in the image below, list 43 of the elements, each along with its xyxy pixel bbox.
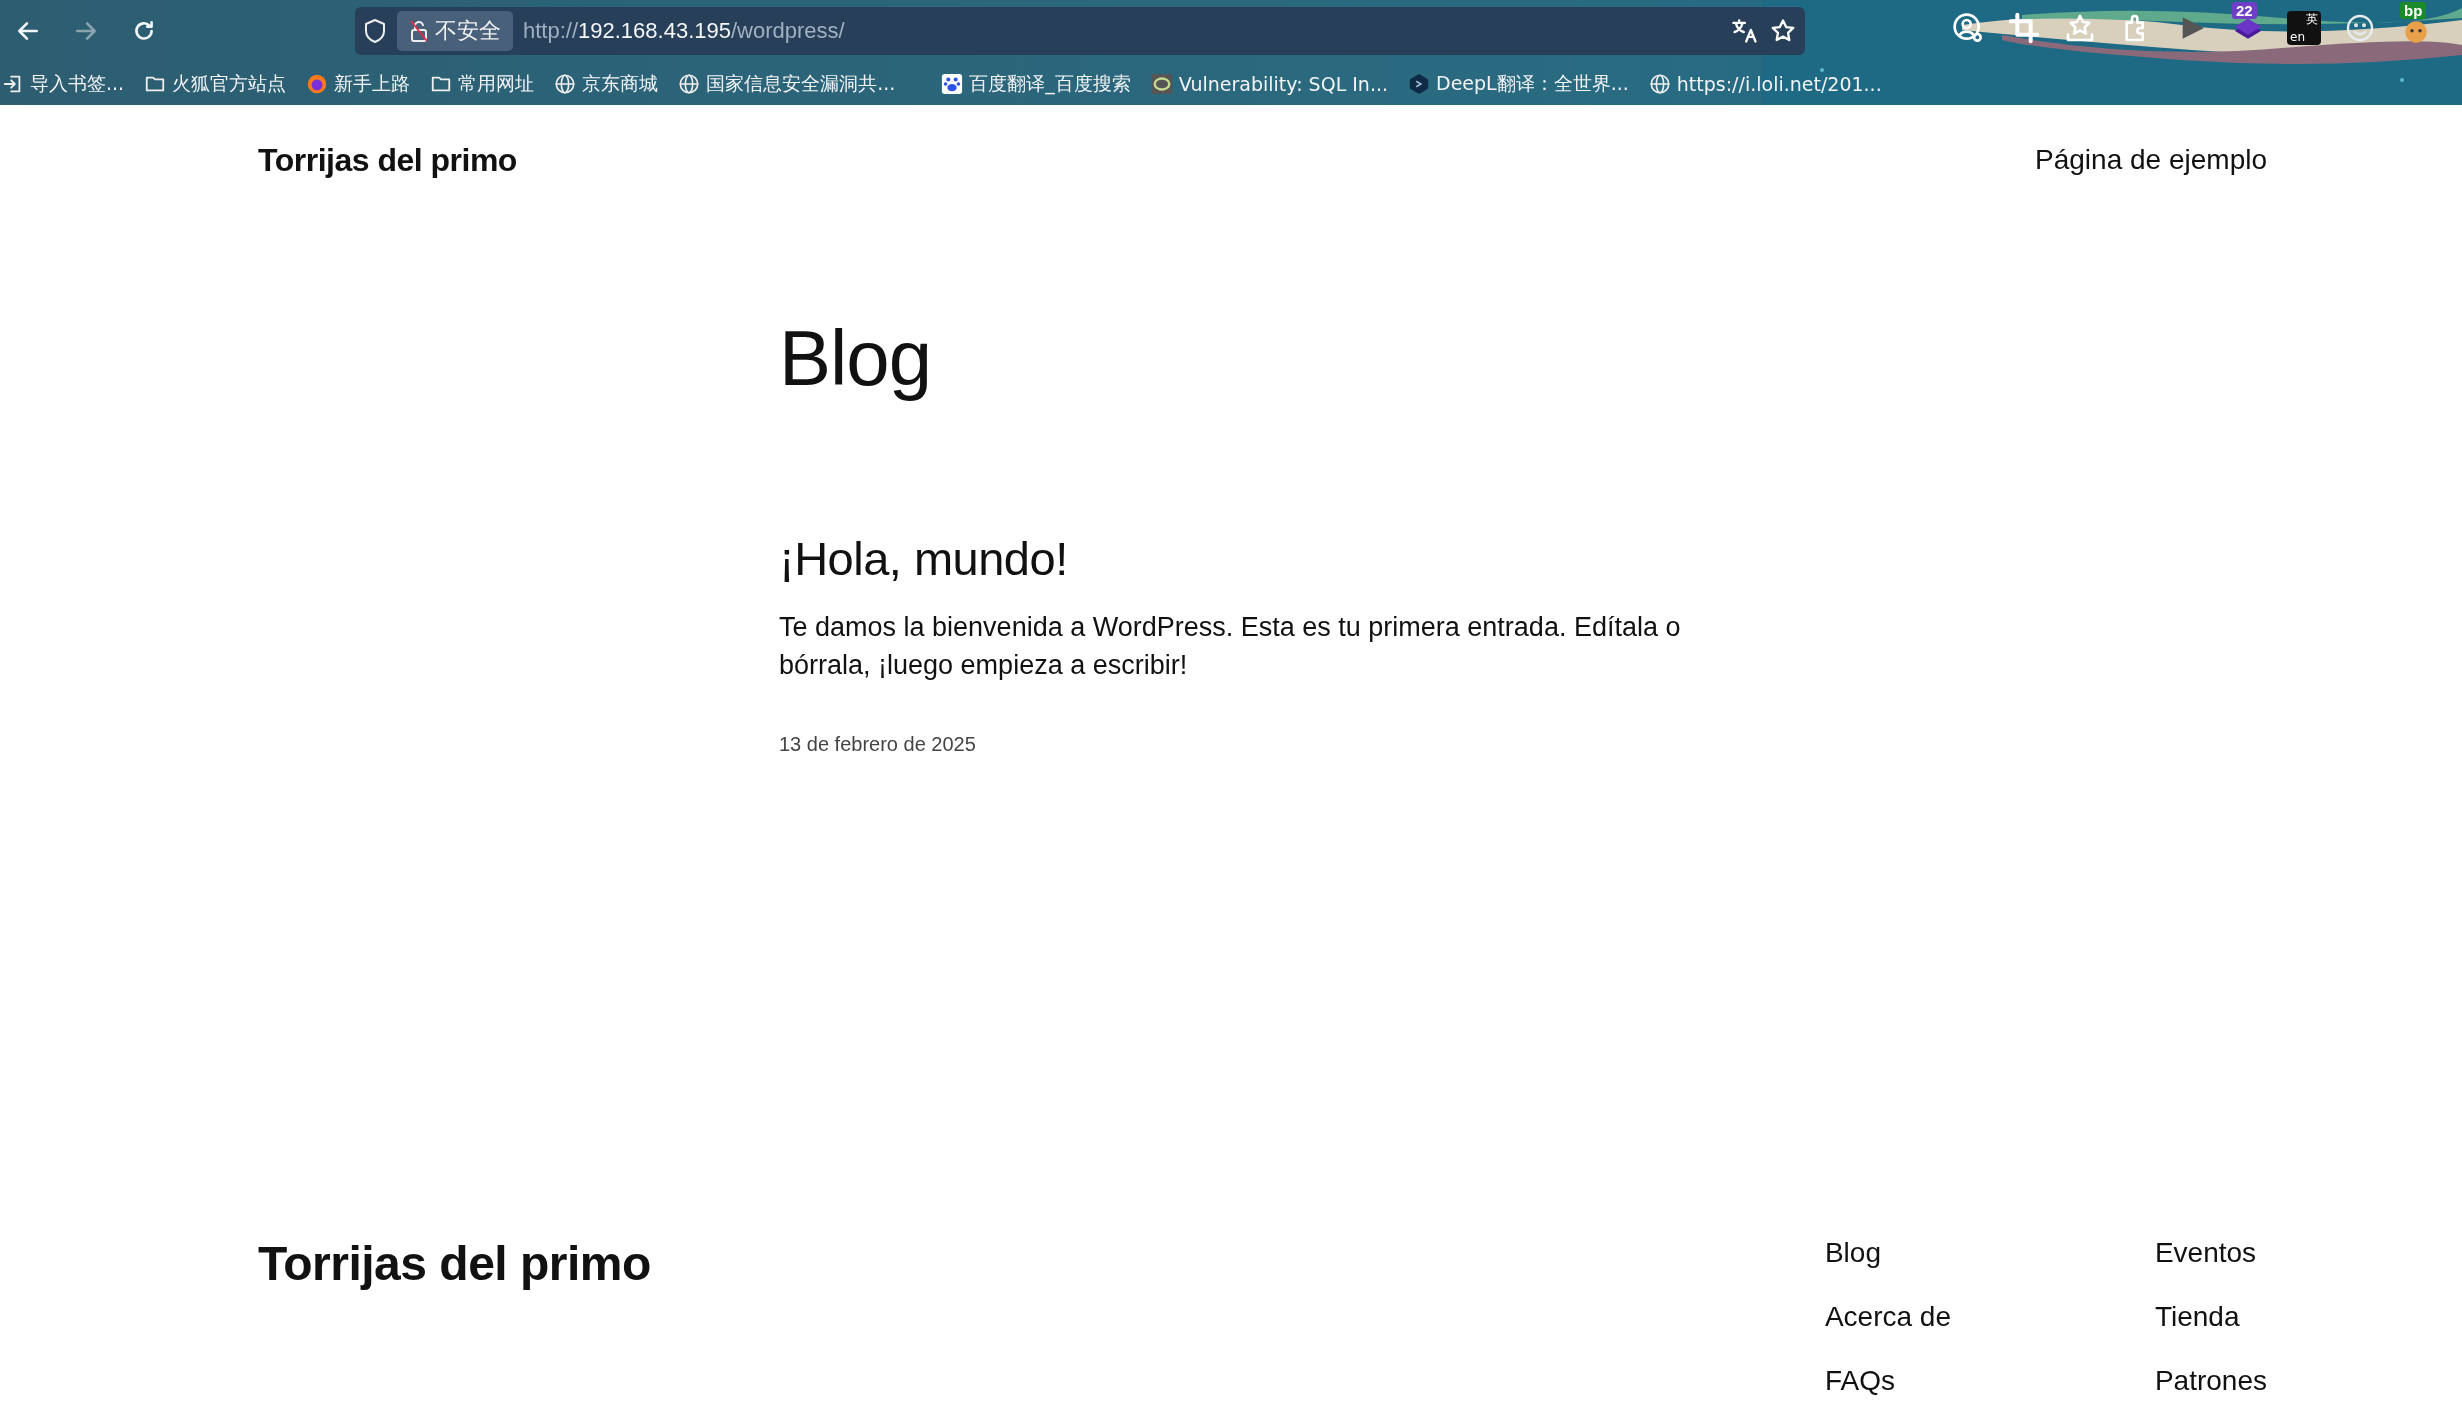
security-label: 不安全 — [435, 17, 501, 45]
bookmark-item[interactable]: 京东商城 — [554, 70, 659, 97]
firefox-icon — [306, 72, 329, 95]
footer-site-title[interactable]: Torrijas del primo — [258, 1236, 651, 1291]
nav-link[interactable]: Página de ejemplo — [2035, 144, 2267, 176]
post-title[interactable]: ¡Hola, mundo! — [779, 531, 1699, 586]
bookmark-item[interactable]: 百度翻译_百度搜索 — [941, 70, 1131, 97]
address-bar[interactable]: 不安全 http://192.168.43.195/wordpress/ — [355, 7, 1805, 55]
footer-link[interactable]: Tienda — [2154, 1300, 2267, 1333]
bookmark-item[interactable]: 国家信息安全漏洞共... — [678, 70, 896, 97]
security-indicator[interactable]: 不安全 — [397, 11, 513, 51]
globe-icon — [554, 72, 577, 95]
smiley-icon — [2344, 12, 2376, 44]
globe-icon — [1648, 72, 1671, 95]
unlocked-icon — [409, 19, 429, 43]
paw-icon — [941, 72, 964, 95]
crop-icon — [2008, 12, 2040, 44]
post-excerpt: Te damos la bienvenida a WordPress. Esta es tu primera entrada. Edítala o bórrala, ¡luego empieza a escribir! — [779, 611, 1682, 682]
footer-link[interactable]: Blog — [1824, 1236, 2155, 1269]
translate-page-icon[interactable] — [1731, 17, 1759, 45]
footer-link[interactable]: Eventos — [2154, 1236, 2267, 1269]
globe-icon — [678, 72, 701, 95]
bookmark-item[interactable]: DeepL翻译：全世界... — [1408, 70, 1629, 97]
bookmark-item[interactable]: 常用网址 — [430, 70, 535, 97]
footer-link[interactable]: Patrones — [2154, 1364, 2267, 1397]
url-text: http://192.168.43.195/wordpress/ — [523, 18, 846, 44]
bookmark-item[interactable]: Vulnerability: SQL In... — [1150, 72, 1389, 95]
shield-icon — [363, 18, 387, 44]
star-icon — [2064, 12, 2096, 44]
bookmark-item[interactable]: 导入书签... — [2, 70, 125, 97]
footer-link[interactable]: Acerca de — [1824, 1300, 2155, 1333]
site-title[interactable]: Torrijas del primo — [258, 141, 517, 179]
post-date: 13 de febrero de 2025 — [779, 733, 977, 756]
deepl-icon — [1408, 72, 1431, 95]
bookmark-item[interactable]: 火狐官方站点 — [144, 70, 287, 97]
bookmark-item[interactable]: https://i.loli.net/201... — [1648, 72, 1882, 95]
account-icon — [1952, 12, 1984, 44]
bookmark-item[interactable]: 新手上路 — [306, 70, 411, 97]
extension-badge: bp — [2400, 2, 2427, 19]
translate-icon: 英 en — [2287, 11, 2321, 45]
ring-icon — [1150, 72, 1173, 95]
footer-link[interactable]: FAQs — [1824, 1364, 2155, 1397]
count-badge: 22 — [2232, 2, 2257, 19]
